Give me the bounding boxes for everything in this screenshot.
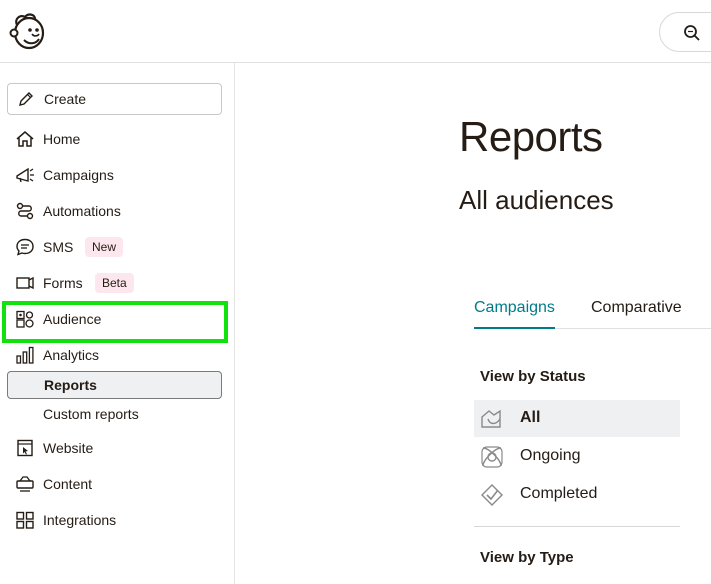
sidebar-item-audience[interactable]: Audience [0,304,234,334]
top-bar [0,0,711,63]
section-divider [474,526,680,527]
sms-icon [16,238,34,256]
tab-comparative[interactable]: Comparative [591,299,682,329]
pencil-icon [19,92,33,106]
beta-badge: Beta [95,273,134,293]
view-by-type-heading: View by Type [480,549,574,566]
sidebar-item-label: SMS [43,239,74,255]
sidebar-item-label: Home [43,131,81,147]
status-filter-label: Completed [520,485,598,502]
forms-icon [16,276,34,290]
sidebar-item-label: Content [43,476,93,492]
sidebar-item-home[interactable]: Home [0,124,234,154]
tab-campaigns[interactable]: Campaigns [474,299,555,329]
sidebar-item-content[interactable]: Content [0,469,234,499]
report-tabs: Campaigns Comparative [474,295,711,329]
analytics-icon [16,346,34,364]
sidebar: Create Home Campaigns Automations SMS Ne… [0,63,235,584]
sidebar-item-label: Forms [43,275,83,291]
search-icon [684,25,700,41]
website-icon [17,439,33,457]
sidebar-item-label: Campaigns [43,167,114,183]
new-badge: New [85,237,124,257]
audience-selector[interactable]: All audiences [459,185,614,216]
audience-icon [16,310,34,328]
status-filter-label: Ongoing [520,447,581,464]
all-campaigns-icon [481,409,501,428]
create-button-label: Create [44,91,87,107]
sidebar-item-integrations[interactable]: Integrations [0,505,234,535]
page-title: Reports [459,113,603,160]
status-filter-label: All [520,409,541,426]
sidebar-item-sms[interactable]: SMS New [0,232,234,262]
search-button[interactable] [659,12,711,52]
sidebar-item-label: Website [43,440,94,456]
completed-icon [481,484,503,506]
sidebar-item-label: Integrations [43,512,117,528]
sidebar-item-website[interactable]: Website [0,433,234,463]
sidebar-item-label: Analytics [43,347,100,363]
integrations-icon [16,511,34,529]
main-content: Reports All audiences Campaigns Comparat… [235,63,711,584]
sidebar-item-forms[interactable]: Forms Beta [0,268,234,298]
sidebar-subitem-reports[interactable]: Reports [7,371,222,399]
status-filter-completed[interactable]: Completed [474,476,680,513]
sidebar-item-campaigns[interactable]: Campaigns [0,160,234,190]
status-filter-all[interactable]: All [474,400,680,437]
content-icon [16,476,34,492]
sidebar-item-label: Automations [43,203,121,219]
view-by-status-heading: View by Status [480,368,586,385]
status-filter-ongoing[interactable]: Ongoing [474,438,680,475]
ongoing-icon [481,446,503,468]
sidebar-subitem-custom-reports[interactable]: Custom reports [7,400,222,428]
sidebar-item-label: Audience [43,311,102,327]
mailchimp-logo-icon[interactable] [8,11,48,51]
home-icon [16,131,34,147]
sidebar-item-automations[interactable]: Automations [0,196,234,226]
automations-icon [16,202,34,220]
create-button[interactable]: Create [7,83,222,115]
megaphone-icon [16,167,34,183]
sidebar-item-analytics[interactable]: Analytics [0,340,234,370]
